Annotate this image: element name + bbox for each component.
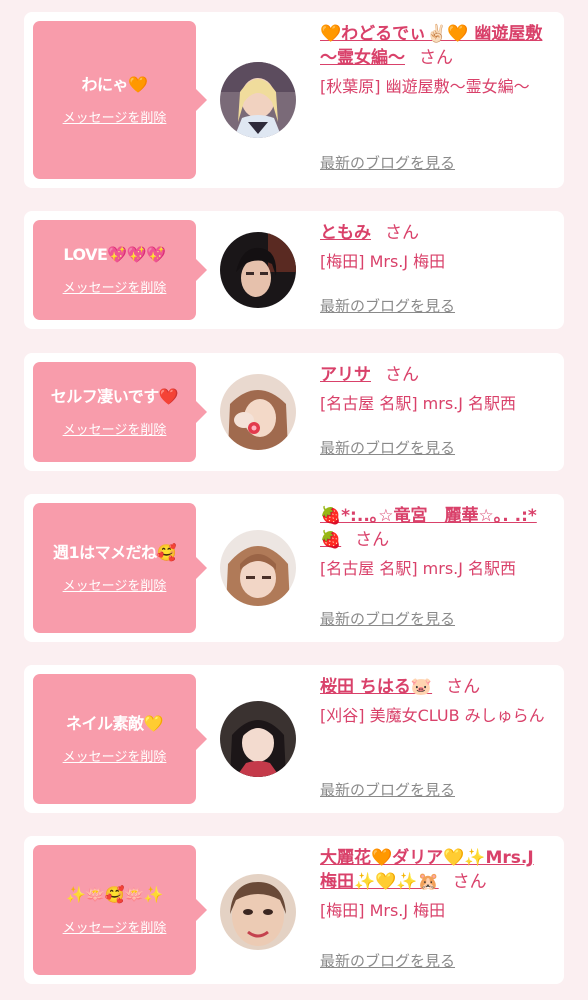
comment-bubble: ✨🪷🥰🪷✨ メッセージを削除 — [33, 845, 207, 975]
latest-blog-link[interactable]: 最新のブログを見る — [320, 152, 455, 173]
latest-blog-link[interactable]: 最新のブログを見る — [320, 950, 455, 971]
shop-label: [刈谷] 美魔女CLUB みしゅらん — [320, 706, 545, 725]
comment-text: LOVE💖💖💖 — [63, 244, 166, 264]
delete-message-link[interactable]: メッセージを削除 — [63, 746, 167, 765]
shop-label: [名古屋 名駅] mrs.J 名駅西 — [320, 559, 517, 578]
info-block: 🧡わどるでぃ✌🏻🧡 幽遊屋敷 〜霊女編〜 さん [秋葉原] 幽遊屋敷〜霊女編〜 — [320, 22, 556, 99]
info-block: 大麗花🧡ダリア💛✨Mrs.J 梅田✨💛✨🐹 さん [梅田] Mrs.J 梅田 — [320, 846, 556, 923]
message-card: 週1はマメだね🥰 メッセージを削除 🍓*:..｡☆竜宮 麗華☆｡. .:*🍓 さん… — [24, 494, 564, 642]
girl-name-link[interactable]: アリサ — [320, 365, 371, 385]
comment-text: ✨🪷🥰🪷✨ — [65, 884, 164, 904]
message-card: わにゃ🧡 メッセージを削除 🧡わどるでぃ✌🏻🧡 幽遊屋敷 〜霊女編〜 さん [秋葉… — [24, 12, 564, 188]
message-card: ✨🪷🥰🪷✨ メッセージを削除 大麗花🧡ダリア💛✨Mrs.J 梅田✨💛✨🐹 さん [… — [24, 836, 564, 984]
delete-message-link[interactable]: メッセージを削除 — [63, 575, 167, 594]
info-block: ともみ さん [梅田] Mrs.J 梅田 — [320, 221, 556, 274]
comment-text: 週1はマメだね🥰 — [52, 542, 177, 562]
avatar[interactable] — [220, 874, 296, 950]
girl-name-link[interactable]: 🍓*:..｡☆竜宮 麗華☆｡. .:*🍓 — [320, 506, 537, 550]
girl-name-link[interactable]: 大麗花🧡ダリア💛✨Mrs.J 梅田✨💛✨🐹 — [320, 848, 534, 892]
comment-text: セルフ凄いです❤️ — [50, 386, 179, 406]
name-line: 大麗花🧡ダリア💛✨Mrs.J 梅田✨💛✨🐹 さん — [320, 846, 556, 894]
comment-text: わにゃ🧡 — [81, 74, 148, 94]
delete-message-link[interactable]: メッセージを削除 — [63, 419, 167, 438]
delete-message-link[interactable]: メッセージを削除 — [63, 917, 167, 936]
delete-message-link[interactable]: メッセージを削除 — [63, 277, 167, 296]
latest-blog-link[interactable]: 最新のブログを見る — [320, 295, 455, 316]
latest-blog-link[interactable]: 最新のブログを見る — [320, 608, 455, 629]
girl-name-link[interactable]: ともみ — [320, 223, 371, 243]
honorific: さん — [385, 223, 419, 243]
name-line: ともみ さん — [320, 221, 556, 245]
name-line: アリサ さん — [320, 363, 556, 387]
avatar[interactable] — [220, 374, 296, 450]
message-card: セルフ凄いです❤️ メッセージを削除 アリサ さん [名古屋 名駅] mrs.J … — [24, 353, 564, 471]
info-block: アリサ さん [名古屋 名駅] mrs.J 名駅西 — [320, 363, 556, 416]
shop-label: [梅田] Mrs.J 梅田 — [320, 252, 446, 271]
message-card: LOVE💖💖💖 メッセージを削除 ともみ さん [梅田] Mrs.J 梅田 最新の… — [24, 211, 564, 329]
comment-bubble: LOVE💖💖💖 メッセージを削除 — [33, 220, 207, 320]
honorific: さん — [385, 365, 419, 385]
name-line: 🍓*:..｡☆竜宮 麗華☆｡. .:*🍓 さん — [320, 504, 556, 552]
delete-message-link[interactable]: メッセージを削除 — [63, 107, 167, 126]
comment-bubble: セルフ凄いです❤️ メッセージを削除 — [33, 362, 207, 462]
shop-label: [秋葉原] 幽遊屋敷〜霊女編〜 — [320, 77, 530, 96]
avatar[interactable] — [220, 62, 296, 138]
honorific: さん — [446, 677, 481, 697]
honorific: さん — [355, 530, 390, 550]
latest-blog-link[interactable]: 最新のブログを見る — [320, 779, 455, 800]
message-card: ネイル素敵💛 メッセージを削除 桜田 ちはる🐷 さん [刈谷] 美魔女CLUB み… — [24, 665, 564, 813]
info-block: 桜田 ちはる🐷 さん [刈谷] 美魔女CLUB みしゅらん — [320, 675, 556, 728]
name-line: 🧡わどるでぃ✌🏻🧡 幽遊屋敷 〜霊女編〜 さん — [320, 22, 556, 70]
comment-text: ネイル素敵💛 — [66, 713, 163, 733]
name-line: 桜田 ちはる🐷 さん — [320, 675, 556, 699]
comment-bubble: わにゃ🧡 メッセージを削除 — [33, 21, 207, 179]
avatar[interactable] — [220, 232, 296, 308]
shop-label: [梅田] Mrs.J 梅田 — [320, 901, 446, 920]
shop-label: [名古屋 名駅] mrs.J 名駅西 — [320, 394, 517, 413]
honorific: さん — [419, 48, 453, 68]
message-list: わにゃ🧡 メッセージを削除 🧡わどるでぃ✌🏻🧡 幽遊屋敷 〜霊女編〜 さん [秋葉… — [0, 0, 588, 1000]
avatar[interactable] — [220, 530, 296, 606]
latest-blog-link[interactable]: 最新のブログを見る — [320, 437, 455, 458]
comment-bubble: 週1はマメだね🥰 メッセージを削除 — [33, 503, 207, 633]
girl-name-link[interactable]: 桜田 ちはる🐷 — [320, 677, 432, 697]
info-block: 🍓*:..｡☆竜宮 麗華☆｡. .:*🍓 さん [名古屋 名駅] mrs.J 名駅… — [320, 504, 556, 581]
comment-bubble: ネイル素敵💛 メッセージを削除 — [33, 674, 207, 804]
avatar[interactable] — [220, 701, 296, 777]
honorific: さん — [452, 872, 487, 892]
